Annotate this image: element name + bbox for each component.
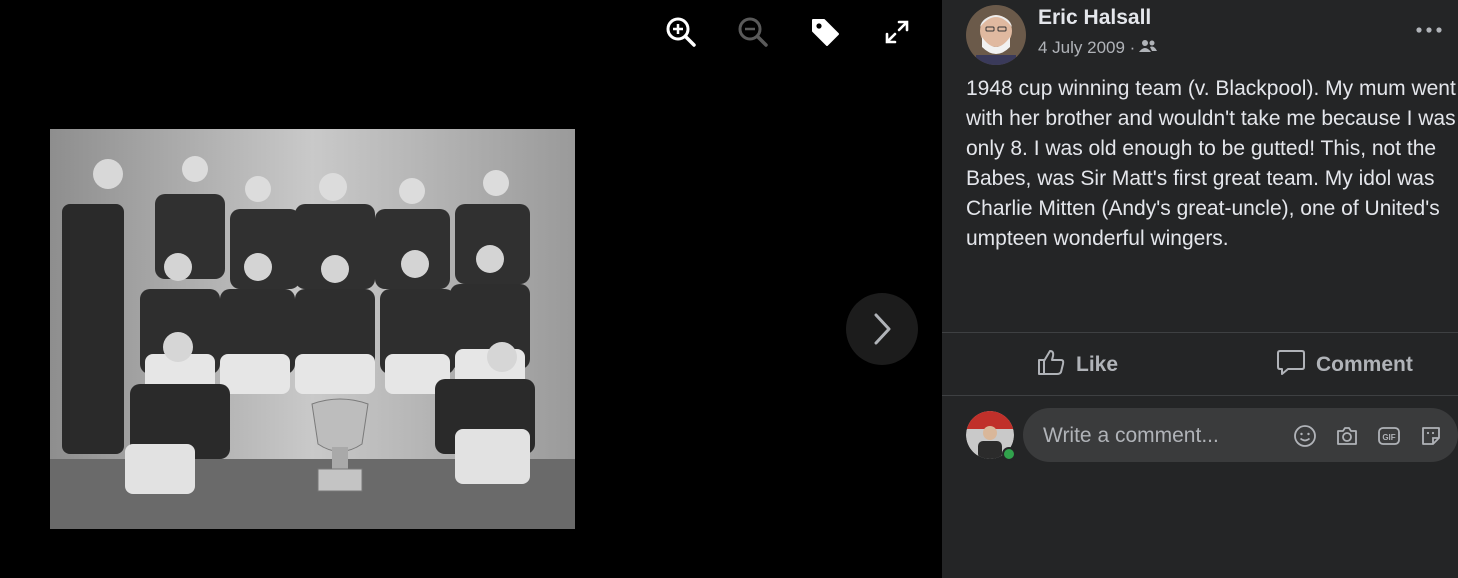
author-name[interactable]: Eric Halsall [1038,6,1151,30]
camera-icon[interactable] [1334,423,1360,449]
like-label: Like [1076,353,1119,376]
zoom-in-icon[interactable] [663,14,699,50]
gif-icon[interactable]: GIF [1376,423,1402,449]
post-panel: Eric Halsall 4 July 2009 · 1948 cup winn… [942,0,1458,578]
post-date[interactable]: 4 July 2009 · [1038,38,1135,58]
comment-box: GIF [1023,408,1458,464]
chevron-right-icon [874,313,891,345]
comment-label: Comment [1316,353,1413,376]
current-user-avatar[interactable] [966,411,1016,461]
svg-text:GIF: GIF [1382,433,1395,442]
tag-icon[interactable] [807,14,843,50]
like-button[interactable]: Like [1036,346,1118,384]
more-options-button[interactable] [1414,18,1444,42]
like-icon [1036,347,1066,383]
emoji-icon[interactable] [1292,423,1318,449]
post-meta: 4 July 2009 · [1038,38,1158,58]
fullscreen-icon[interactable] [879,14,915,50]
divider [942,332,1458,333]
photo-viewer [0,0,942,578]
team-photo [50,129,575,529]
post-caption: 1948 cup winning team (v. Blackpool). My… [966,77,1456,250]
online-status-indicator [1002,447,1016,461]
zoom-out-icon[interactable] [735,14,771,50]
divider [942,395,1458,396]
author-avatar[interactable] [966,5,1026,65]
comment-input[interactable] [1041,408,1275,464]
friends-icon [1139,38,1158,58]
more-icon [1416,27,1442,33]
comment-button[interactable]: Comment [1276,346,1413,384]
comment-icon [1276,347,1306,383]
sticker-icon[interactable] [1418,423,1444,449]
next-photo-button[interactable] [846,293,918,365]
